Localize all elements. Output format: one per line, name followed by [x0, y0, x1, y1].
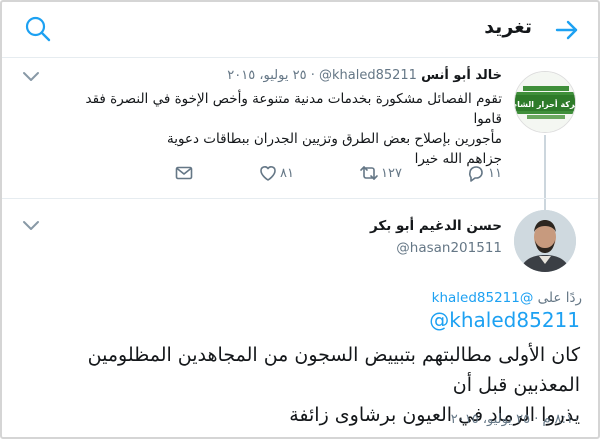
replying-to: ردًا على @khaled85211	[432, 290, 582, 306]
search-icon[interactable]	[24, 15, 52, 43]
like-count: ٨١	[280, 165, 294, 181]
author-name[interactable]: حسن الدغيم أبو بكر	[370, 218, 502, 234]
avatar[interactable]: حركة أحرار الشام	[514, 71, 576, 133]
reply-count: ١١	[488, 165, 502, 181]
reply-to-link[interactable]: @khaled85211	[432, 290, 534, 306]
author-handle[interactable]: @khaled85211	[319, 68, 417, 83]
header-bar: تغريد	[2, 2, 598, 58]
user-photo	[514, 210, 576, 272]
tweet-text-line: مأجورين بإصلاح بعض الطرق وتزيين الجدران …	[166, 131, 502, 147]
thread-connector	[544, 135, 546, 217]
back-arrow-icon[interactable]	[554, 17, 580, 43]
like-icon	[260, 166, 276, 181]
tweet-detail-window: تغريد خالد أبو أنس @khaled85211 · ٢٥ يول…	[0, 0, 600, 439]
retweet-action[interactable]: ١٢٧	[359, 163, 402, 183]
retweet-count: ١٢٧	[381, 165, 402, 181]
tweet-date[interactable]: ٢٥ يوليو، ٢٠١٥	[227, 68, 306, 83]
author-handle[interactable]: @hasan201511	[396, 240, 502, 256]
avatar[interactable]	[514, 210, 576, 272]
mention-link[interactable]: @khaled85211	[429, 308, 580, 332]
message-icon	[175, 166, 193, 180]
reply-icon	[469, 166, 483, 182]
retweet-icon	[360, 166, 378, 180]
reply-action[interactable]: ١١	[466, 163, 502, 183]
tweet-header: خالد أبو أنس @khaled85211 · ٢٥ يوليو، ٢٠…	[227, 68, 502, 83]
tweet-timestamp[interactable]: ٨:١٠ م · ٢٥ يوليو، ٢٠١٥	[451, 412, 580, 427]
separator: ·	[310, 68, 315, 83]
message-action[interactable]	[174, 163, 194, 183]
chevron-down-icon[interactable]	[22, 71, 40, 83]
author-name[interactable]: خالد أبو أنس	[421, 68, 502, 83]
tweet-text-line: كان الأولى مطالبتهم بتبييض السجون من الم…	[87, 344, 580, 396]
reply-prefix: ردًا على	[537, 290, 582, 306]
divider	[2, 198, 598, 199]
ahrar-al-sham-logo: حركة أحرار الشام	[515, 72, 576, 132]
avatar-logo-text: حركة أحرار الشام	[515, 99, 576, 109]
tweet-text-line: تقوم الفصائل مشكورة بخدمات مدنية متنوعة …	[85, 91, 502, 127]
like-action[interactable]: ٨١	[258, 163, 294, 183]
page-title: تغريد	[484, 16, 532, 38]
tweet-text: تقوم الفصائل مشكورة بخدمات مدنية متنوعة …	[62, 89, 502, 169]
chevron-down-icon[interactable]	[22, 220, 40, 232]
parent-tweet[interactable]: خالد أبو أنس @khaled85211 · ٢٥ يوليو، ٢٠…	[2, 59, 598, 217]
